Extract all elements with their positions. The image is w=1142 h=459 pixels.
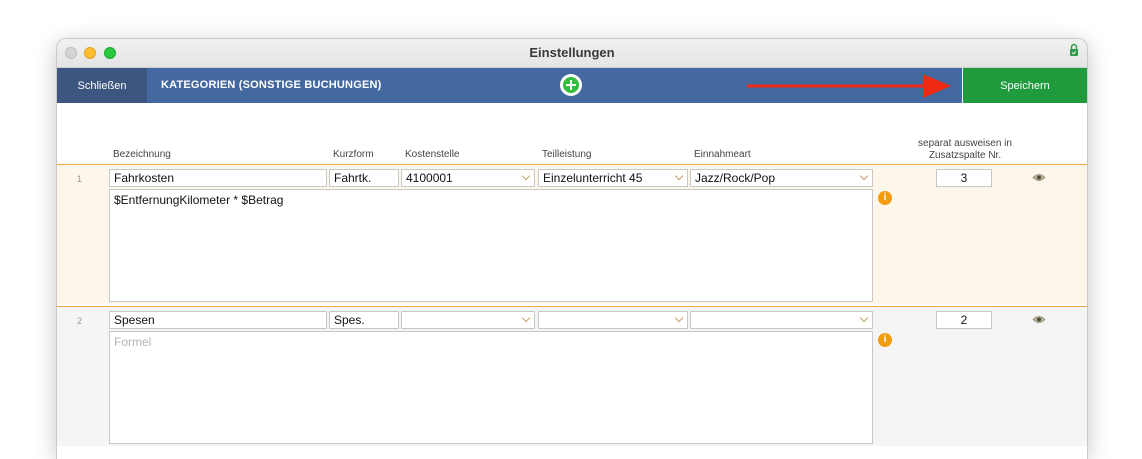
einnahmeart-select[interactable]: Jazz/Rock/Pop [690, 169, 873, 187]
save-button[interactable]: Speichern [962, 68, 1087, 103]
column-header-bezeichnung: Bezeichnung [113, 149, 171, 160]
bezeichnung-input[interactable]: Spesen [109, 311, 327, 329]
eye-icon[interactable] [1032, 315, 1046, 324]
chevron-down-icon [859, 313, 869, 323]
teilleistung-select[interactable] [538, 311, 688, 329]
table-row: 2 Spesen Spes. Formel i 2 [57, 306, 1087, 446]
column-header-kurzform: Kurzform [333, 149, 374, 160]
table-row: 1 Fahrkosten Fahrtk. 4100001 Einzelunter… [57, 164, 1087, 304]
chevron-down-icon [521, 313, 531, 323]
window-title: Einstellungen [529, 45, 615, 60]
formel-textarea[interactable]: $EntfernungKilometer * $Betrag [109, 189, 873, 302]
formel-textarea[interactable]: Formel [109, 331, 873, 444]
row-number: 1 [77, 174, 83, 184]
teilleistung-select[interactable]: Einzelunterricht 45 [538, 169, 688, 187]
kurzform-input[interactable]: Fahrtk. [329, 169, 399, 187]
kostenstelle-select[interactable] [401, 311, 535, 329]
column-header-teilleistung: Teilleistung [542, 149, 592, 160]
teilleistung-value: Einzelunterricht 45 [543, 171, 643, 185]
arrow-right-icon [747, 74, 951, 98]
chevron-down-icon [674, 171, 684, 181]
einnahmeart-select[interactable] [690, 311, 873, 329]
column-header-zusatzspalte-line1: separat ausweisen in [918, 138, 1012, 149]
info-icon[interactable]: i [878, 191, 892, 205]
title-bar: Einstellungen [57, 39, 1087, 68]
settings-window: Einstellungen Schließen KATEGORIEN (SONS… [56, 38, 1088, 459]
eye-icon[interactable] [1032, 173, 1046, 182]
kurzform-input[interactable]: Spes. [329, 311, 399, 329]
row-number: 2 [77, 316, 83, 326]
close-button[interactable]: Schließen [57, 68, 147, 103]
toolbar: Schließen KATEGORIEN (SONSTIGE BUCHUNGEN… [57, 68, 1087, 103]
info-icon[interactable]: i [878, 333, 892, 347]
column-header-einnahmeart: Einnahmeart [694, 149, 751, 160]
column-header-zusatzspalte: separat ausweisen in Zusatzspalte Nr. [895, 138, 1035, 162]
section-title: KATEGORIEN (SONSTIGE BUCHUNGEN) [161, 79, 382, 91]
plus-circle-icon [563, 77, 579, 93]
einnahmeart-value: Jazz/Rock/Pop [695, 171, 776, 185]
add-category-button[interactable] [560, 74, 582, 96]
zusatzspalte-input[interactable]: 2 [936, 311, 992, 329]
bezeichnung-input[interactable]: Fahrkosten [109, 169, 327, 187]
kostenstelle-select[interactable]: 4100001 [401, 169, 535, 187]
lock-icon [1070, 43, 1078, 56]
chevron-down-icon [521, 171, 531, 181]
kostenstelle-value: 4100001 [406, 171, 453, 185]
column-header-zusatzspalte-line2: Zusatzspalte Nr. [928, 150, 1002, 161]
column-header-kostenstelle: Kostenstelle [405, 149, 460, 160]
chevron-down-icon [674, 313, 684, 323]
zusatzspalte-input[interactable]: 3 [936, 169, 992, 187]
chevron-down-icon [859, 171, 869, 181]
